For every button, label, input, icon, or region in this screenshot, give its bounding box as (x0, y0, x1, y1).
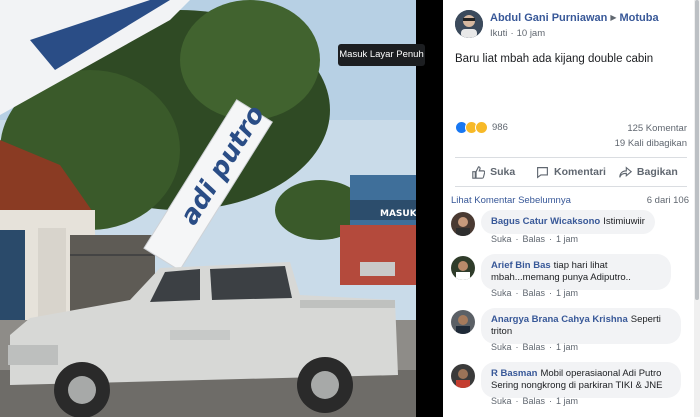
comment-text-line1: Mobil operasiaonal Adi Putro (540, 368, 662, 379)
comment-actions: Suka · Balas · 1 jam (491, 288, 578, 298)
comment-icon (537, 166, 548, 179)
commenter-name[interactable]: Anargya Brana Cahya Krishna (491, 314, 628, 325)
comment-text-line2: triton (491, 326, 513, 337)
play-arrow-icon: ▶ (610, 13, 617, 22)
commenter-name[interactable]: Bagus Catur Wicaksono (491, 216, 600, 227)
post-actions: Suka Komentari Bagikan (455, 157, 687, 187)
comment-bubble: Arief Bin Bas tiap hari lihat mbah...mema… (481, 254, 671, 290)
comment-bubble: R Basman Mobil operasiaonal Adi Putro Ser… (481, 362, 681, 398)
separator-dot: · (549, 288, 553, 298)
commenter-avatar-image (451, 256, 475, 280)
comment-actions: Suka · Balas · 1 jam (491, 234, 578, 244)
like-button[interactable]: Suka (455, 158, 532, 186)
group-name[interactable]: Motuba (620, 12, 659, 24)
comment-item: Anargya Brana Cahya Krishna Seperti trito… (451, 308, 691, 358)
scrollbar-thumb[interactable] (695, 0, 699, 300)
comment-item: R Basman Mobil operasiaonal Adi Putro Ser… (451, 362, 691, 414)
commenter-avatar[interactable] (451, 364, 475, 388)
commenter-avatar-image (451, 310, 475, 334)
comment-time[interactable]: 1 jam (556, 342, 578, 352)
photo-viewer: MASUK adi putro Masuk Layar Penuh (0, 0, 443, 417)
comment-like-link[interactable]: Suka (491, 396, 512, 406)
reactions-summary[interactable]: 986 (455, 120, 508, 134)
commenter-name[interactable]: R Basman (491, 368, 537, 379)
building-sign-text: MASUK (380, 209, 416, 219)
share-button[interactable]: Bagikan (610, 158, 687, 186)
comment-reply-link[interactable]: Balas (523, 288, 546, 298)
comments-header: Lihat Komentar Sebelumnya 6 dari 106 (451, 195, 689, 209)
separator-dot: · (515, 396, 519, 406)
separator-dot: · (515, 234, 519, 244)
separator-dot: · (515, 342, 519, 352)
comment-reply-link[interactable]: Balas (523, 396, 546, 406)
commenter-avatar-image (451, 212, 475, 236)
comment-like-link[interactable]: Suka (491, 234, 512, 244)
comment-item: Bagus Catur Wicaksono Istimiuwiir Suka · Ba… (451, 210, 691, 252)
commenter-avatar[interactable] (451, 310, 475, 334)
post-meta: Ikuti · 10 jam (490, 28, 545, 39)
post-stats: 986 125 Komentar 19 Kali dibagikan (455, 120, 687, 150)
avatar-image (455, 10, 483, 38)
thumbs-up-icon (472, 165, 486, 179)
post-time[interactable]: 10 jam (517, 28, 546, 39)
comment-actions: Suka · Balas · 1 jam (491, 342, 578, 352)
comment-time[interactable]: 1 jam (556, 396, 578, 406)
comment-label: Komentari (554, 166, 606, 178)
comment-like-link[interactable]: Suka (491, 342, 512, 352)
share-label: Bagikan (636, 166, 678, 178)
separator-dot: · (549, 234, 553, 244)
follow-link[interactable]: Ikuti (490, 28, 507, 39)
comment-time[interactable]: 1 jam (556, 234, 578, 244)
post-author-line: Abdul Gani Purniawan ▶ Motuba (490, 12, 659, 24)
comment-text-line2: mbah...memang punya Adiputro.. (491, 272, 631, 283)
scrollbar[interactable] (694, 0, 700, 417)
wow-reaction-icon (475, 120, 488, 134)
comment-text-line1: tiap hari lihat (553, 260, 608, 271)
separator-dot: · (549, 396, 553, 406)
view-previous-comments-link[interactable]: Lihat Komentar Sebelumnya (451, 195, 571, 206)
comment-bubble: Bagus Catur Wicaksono Istimiuwiir (481, 210, 655, 234)
separator-dot: · (510, 28, 514, 39)
author-name[interactable]: Abdul Gani Purniawan (490, 12, 607, 24)
commenter-avatar[interactable] (451, 212, 475, 236)
comment-reply-link[interactable]: Balas (523, 234, 546, 244)
separator-dot: · (549, 342, 553, 352)
post-text: Baru liat mbah ada kijang double cabin (455, 53, 654, 65)
reaction-count: 986 (492, 121, 508, 133)
comment-text-line1: Seperti (630, 314, 661, 325)
commenter-avatar-image (451, 364, 475, 388)
comment-bubble: Anargya Brana Cahya Krishna Seperti trito… (481, 308, 681, 344)
author-avatar[interactable] (455, 10, 483, 38)
comment-reply-link[interactable]: Balas (523, 342, 546, 352)
separator-dot: · (515, 288, 519, 298)
share-count[interactable]: 19 Kali dibagikan (615, 138, 687, 149)
comment-text-line2: Sering nongkrong di parkiran TIKI & JNE (491, 380, 663, 391)
like-label: Suka (490, 166, 516, 178)
comment-count[interactable]: 125 Komentar (627, 123, 687, 134)
comment-text: Istimiuwiir (603, 216, 645, 227)
comments-shown-count: 6 dari 106 (646, 195, 689, 206)
comment-time[interactable]: 1 jam (556, 288, 578, 298)
post-side-panel: Abdul Gani Purniawan ▶ Motuba Ikuti · 10 jam… (443, 0, 700, 417)
commenter-avatar[interactable] (451, 256, 475, 280)
comment-item: Arief Bin Bas tiap hari lihat mbah...mema… (451, 254, 691, 304)
comment-like-link[interactable]: Suka (491, 288, 512, 298)
share-arrow-icon (619, 165, 632, 178)
commenter-name[interactable]: Arief Bin Bas (491, 260, 551, 271)
comment-actions: Suka · Balas · 1 jam (491, 396, 578, 406)
fullscreen-tooltip: Masuk Layar Penuh (338, 44, 425, 66)
comment-button[interactable]: Komentari (532, 158, 609, 186)
